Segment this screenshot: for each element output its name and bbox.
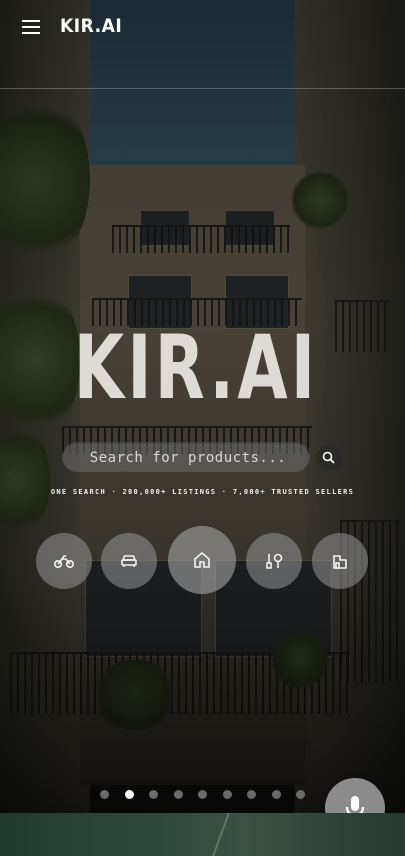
carousel-dot[interactable] [149, 790, 158, 799]
carousel-dot[interactable] [247, 790, 256, 799]
carousel-dot[interactable] [100, 790, 109, 799]
tools-icon [266, 553, 283, 569]
category-motorcycles-button[interactable] [36, 533, 92, 589]
category-commercial-button[interactable] [312, 533, 368, 589]
carousel-dot[interactable] [222, 790, 232, 799]
building-icon [333, 555, 347, 569]
category-cars-button[interactable] [101, 533, 157, 589]
search-icon [322, 451, 335, 464]
motorcycle-icon [53, 555, 75, 569]
carousel-dot[interactable] [271, 790, 281, 799]
carousel-dot[interactable] [124, 790, 134, 799]
home-icon [194, 551, 210, 568]
car-icon [121, 555, 137, 567]
brand-logo[interactable]: KIR.AI [60, 15, 122, 37]
top-header: KIR.AI [0, 0, 405, 89]
category-real-estate-button[interactable] [168, 526, 236, 594]
hamburger-menu-icon[interactable] [22, 18, 42, 36]
search-field[interactable] [62, 442, 314, 474]
carousel-dot[interactable] [173, 790, 183, 799]
search-input[interactable] [62, 442, 314, 474]
search-button[interactable] [316, 445, 342, 471]
hero-title: KIR.AI [73, 316, 319, 419]
category-services-button[interactable] [246, 533, 302, 589]
carousel-dot[interactable] [198, 790, 207, 799]
carousel-dot[interactable] [296, 790, 305, 799]
hero-tagline: ONE SEARCH · 200,000+ LISTINGS · 7,000+ … [50, 488, 355, 496]
bottom-content-preview [0, 813, 405, 856]
